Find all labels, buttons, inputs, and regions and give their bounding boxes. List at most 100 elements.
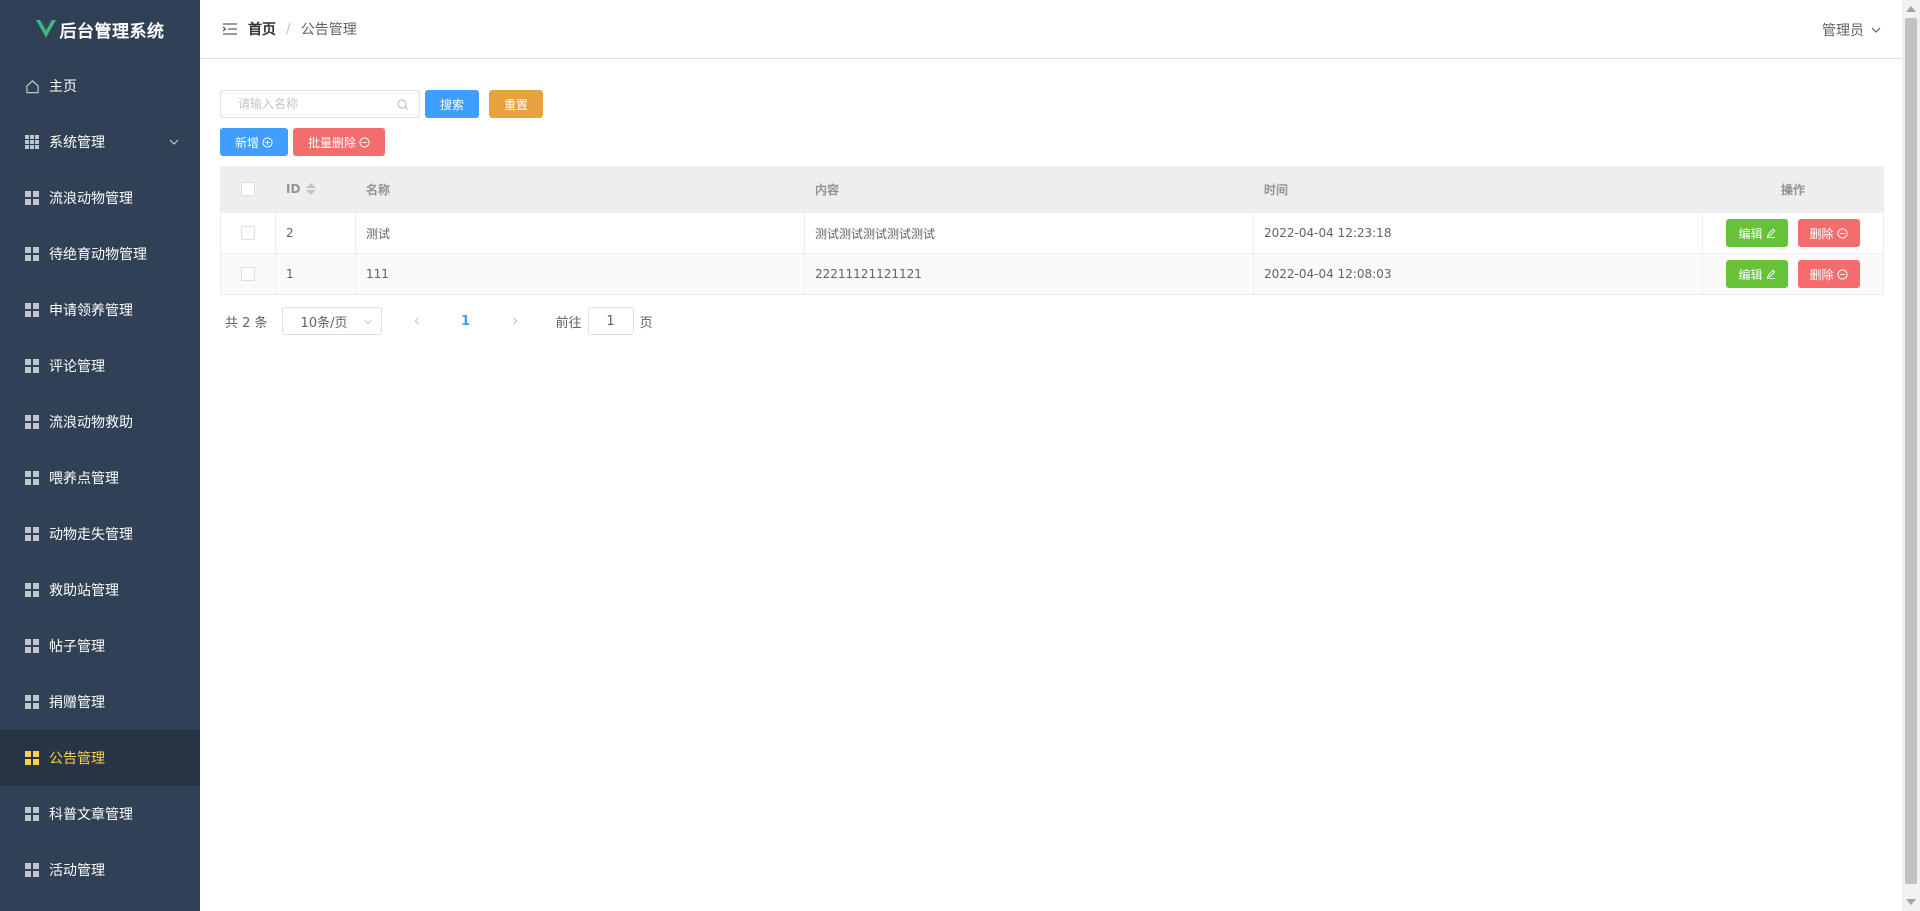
sidebar-item-label: 活动管理 [49, 863, 105, 879]
edit-button[interactable]: 编辑 [1726, 260, 1788, 288]
batch-delete-button[interactable]: 批量删除 [293, 128, 386, 156]
sidebar-item-rescue[interactable]: 流浪动物救助 [0, 394, 200, 450]
page-number[interactable]: 1 [456, 314, 476, 329]
sidebar-item-activities[interactable]: 活动管理 [0, 842, 200, 898]
column-header-label: 时间 [1264, 182, 1289, 197]
page-size-value: 10条/页 [300, 315, 348, 331]
column-header-id[interactable]: ID [276, 166, 356, 212]
chevron-down-icon [363, 319, 372, 325]
circle-minus-icon [1836, 268, 1848, 280]
breadcrumb-separator: / [286, 21, 291, 37]
pagination: 共 2 条 10条/页 1 前往 页 [220, 307, 1884, 335]
search-row: 搜索 重置 [220, 90, 1884, 118]
user-menu[interactable]: 管理员 [1822, 20, 1882, 40]
search-input[interactable] [236, 96, 396, 112]
goto-page-input[interactable] [587, 307, 634, 335]
sidebar-item-announcements[interactable]: 公告管理 [0, 730, 200, 786]
sidebar-item-stray-animals[interactable]: 流浪动物管理 [0, 170, 200, 226]
delete-button-label: 删除 [1809, 226, 1834, 241]
sidebar-item-feeding-points[interactable]: 喂养点管理 [0, 450, 200, 506]
grid-icon [24, 582, 40, 598]
grid-icon [24, 806, 40, 822]
sidebar-item-label: 动物走失管理 [49, 527, 133, 543]
row-checkbox[interactable] [241, 226, 255, 240]
action-row: 新增 批量删除 [220, 128, 1884, 156]
grid-icon [24, 302, 40, 318]
search-button[interactable]: 搜索 [425, 90, 480, 118]
scroll-down-icon[interactable] [1906, 899, 1916, 905]
circle-plus-icon [262, 136, 273, 148]
sidebar-item-donations[interactable]: 捐赠管理 [0, 674, 200, 730]
goto-prefix: 前往 [555, 315, 582, 331]
chevron-right-icon [512, 317, 517, 325]
sidebar-item-adoption[interactable]: 申请领养管理 [0, 282, 200, 338]
prev-page-button[interactable] [408, 316, 426, 326]
scroll-up-icon[interactable] [1906, 6, 1916, 12]
table-row: 1 111 22211121121121 2022-04-04 12:08:03… [221, 254, 1883, 295]
row-checkbox[interactable] [241, 267, 255, 281]
scrollbar-thumb[interactable] [1905, 18, 1917, 884]
app-title: 后台管理系统 [59, 21, 165, 42]
grid-icon [24, 526, 40, 542]
breadcrumb-home[interactable]: 首页 [248, 19, 276, 39]
app-logo[interactable]: 后台管理系统 [0, 0, 200, 58]
sidebar-item-label: 评论管理 [49, 359, 105, 375]
sidebar-item-home[interactable]: 主页 [0, 58, 200, 114]
hamburger-icon[interactable] [222, 22, 238, 36]
sidebar-item-lost-animals[interactable]: 动物走失管理 [0, 506, 200, 562]
sidebar-item-label: 主页 [49, 79, 77, 95]
sidebar-item-label: 流浪动物救助 [49, 415, 133, 431]
delete-button[interactable]: 删除 [1797, 219, 1860, 247]
sidebar-item-label: 系统管理 [49, 135, 105, 151]
sidebar-item-label: 流浪动物管理 [49, 191, 133, 207]
sidebar-item-label: 科普文章管理 [49, 807, 133, 823]
user-name: 管理员 [1822, 23, 1864, 39]
circle-minus-icon [359, 136, 370, 148]
grid-icon [24, 694, 40, 710]
cell-name: 111 [356, 254, 805, 294]
reset-button[interactable]: 重置 [489, 90, 544, 118]
sort-icon[interactable] [306, 183, 317, 195]
column-header-label: 内容 [815, 182, 840, 197]
chevron-left-icon [414, 317, 419, 325]
chevron-down-icon [1871, 27, 1881, 33]
column-header-name: 名称 [356, 166, 805, 212]
edit-button[interactable]: 编辑 [1726, 219, 1788, 247]
sidebar-item-label: 救助站管理 [49, 583, 119, 599]
page-size-select[interactable]: 10条/页 [281, 307, 382, 335]
sidebar-item-label: 申请领养管理 [49, 303, 133, 319]
column-header-label: 操作 [1780, 182, 1805, 197]
delete-button-label: 删除 [1809, 267, 1834, 282]
page-scrollbar[interactable] [1902, 0, 1920, 911]
grid-icon [24, 414, 40, 430]
grid-icon [24, 190, 40, 206]
grid-icon [24, 358, 40, 374]
edit-icon [1766, 269, 1775, 279]
sidebar-item-sterilization[interactable]: 待绝育动物管理 [0, 226, 200, 282]
sidebar-item-label: 待绝育动物管理 [49, 247, 147, 263]
sidebar-item-articles[interactable]: 科普文章管理 [0, 786, 200, 842]
select-all-checkbox[interactable] [241, 182, 255, 196]
sidebar-item-posts[interactable]: 帖子管理 [0, 618, 200, 674]
cell-content: 测试测试测试测试测试 [805, 213, 1254, 253]
row-select-cell [221, 213, 276, 253]
goto-suffix: 页 [639, 315, 653, 331]
grid-icon [24, 470, 40, 486]
chevron-down-icon [169, 139, 179, 145]
search-field[interactable] [220, 90, 420, 118]
pagination-total: 共 2 条 [225, 315, 268, 331]
add-button[interactable]: 新增 [220, 128, 289, 156]
next-page-button[interactable] [506, 316, 524, 326]
cell-time: 2022-04-04 12:23:18 [1254, 213, 1703, 253]
sidebar-item-label: 喂养点管理 [49, 471, 119, 487]
sidebar-item-system[interactable]: 系统管理 [0, 114, 200, 170]
circle-minus-icon [1836, 227, 1848, 239]
cell-actions: 编辑 删除 [1703, 213, 1883, 253]
sidebar-item-rescue-stations[interactable]: 救助站管理 [0, 562, 200, 618]
sidebar-item-comments[interactable]: 评论管理 [0, 338, 200, 394]
announcements-table: ID 名称 内容 时间 操作 2 测试 测试测试测试测试测试 2022-04-0… [220, 166, 1884, 295]
column-header-content: 内容 [805, 166, 1254, 212]
cell-id: 2 [276, 213, 356, 253]
sidebar-item-label: 公告管理 [49, 751, 105, 767]
delete-button[interactable]: 删除 [1797, 260, 1860, 288]
